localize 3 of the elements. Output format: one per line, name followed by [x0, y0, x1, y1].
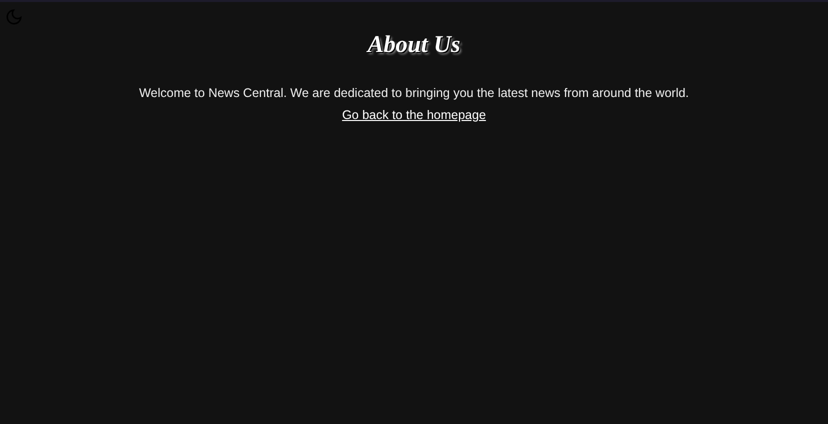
intro-text: Welcome to News Central. We are dedicated to bringing you the latest news from around the world.: [139, 86, 689, 100]
homepage-link[interactable]: Go back to the homepage: [342, 108, 486, 122]
page-title: About Us: [368, 32, 460, 59]
